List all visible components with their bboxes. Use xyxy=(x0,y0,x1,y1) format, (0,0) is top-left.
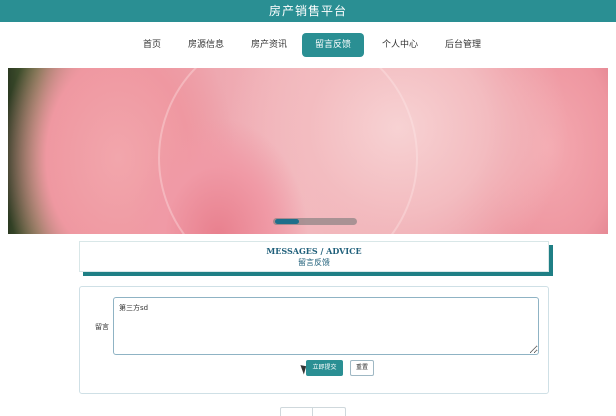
site-title: 房产销售平台 xyxy=(268,4,347,18)
pagination[interactable] xyxy=(280,407,346,416)
section-title-en: MESSAGES / ADVICE xyxy=(266,246,362,256)
section-title-zh: 留言反馈 xyxy=(298,258,330,267)
reset-button[interactable]: 重置 xyxy=(350,360,374,376)
main-nav: 首页 房源信息 房产资讯 留言反馈 个人中心 后台管理 xyxy=(0,22,616,68)
nav-item-profile[interactable]: 个人中心 xyxy=(374,33,426,57)
submit-button[interactable]: 立即提交 xyxy=(306,360,343,376)
banner-slider-progress xyxy=(275,219,299,224)
message-label: 留言 xyxy=(95,323,109,331)
nav-item-news[interactable]: 房产资讯 xyxy=(243,33,295,57)
top-header-bar: 房产销售平台 xyxy=(0,0,616,22)
lotus-petal-highlight xyxy=(158,68,418,234)
feedback-form: 留言 立即提交 重置 xyxy=(79,286,549,394)
nav-item-listings[interactable]: 房源信息 xyxy=(180,33,232,57)
message-textarea[interactable] xyxy=(113,297,539,355)
pagination-divider xyxy=(312,408,313,416)
nav-item-feedback[interactable]: 留言反馈 xyxy=(302,33,364,57)
banner-slider-indicator[interactable] xyxy=(273,218,357,225)
hero-banner-image xyxy=(8,68,608,234)
nav-item-admin[interactable]: 后台管理 xyxy=(437,33,489,57)
section-heading: MESSAGES / ADVICE 留言反馈 xyxy=(79,241,549,272)
nav-item-home[interactable]: 首页 xyxy=(136,33,168,57)
